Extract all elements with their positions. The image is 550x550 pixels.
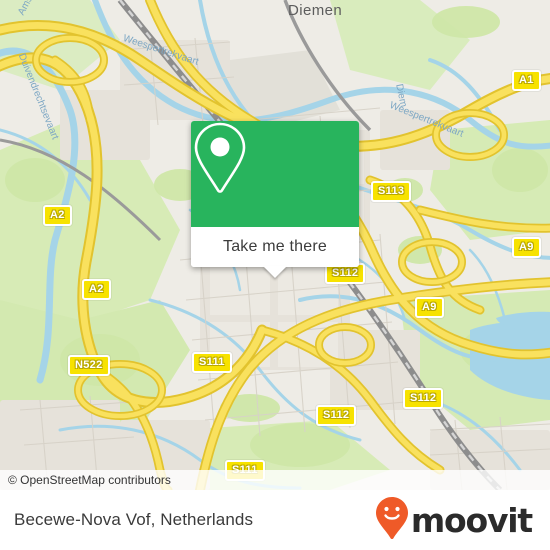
road-shield: A1 xyxy=(512,70,541,91)
popup-action-bar[interactable]: Take me there xyxy=(191,227,359,278)
road-shield: A9 xyxy=(415,297,444,318)
map-attribution: © OpenStreetMap contributors xyxy=(0,470,550,490)
road-shield: A2 xyxy=(43,205,72,226)
take-me-there-label: Take me there xyxy=(223,238,327,255)
road-shield: S112 xyxy=(316,405,357,426)
footer-bar: Becewe-Nova Vof, Netherlands moovit xyxy=(0,490,550,550)
road-shield: A2 xyxy=(82,279,111,300)
road-shield: S111 xyxy=(192,352,232,373)
popup-tail xyxy=(263,266,287,278)
moovit-map-screenshot: Diemen Amstel Duivendrechtsevaart Weespe… xyxy=(0,0,550,550)
moovit-smiley-pin-icon xyxy=(375,496,409,545)
road-shield: S112 xyxy=(403,388,444,409)
popup-icon-panel xyxy=(191,121,359,227)
place-title: Becewe-Nova Vof, Netherlands xyxy=(14,510,254,529)
moovit-wordmark: moovit xyxy=(410,500,533,540)
road-shield: S113 xyxy=(371,181,412,202)
road-shield: N522 xyxy=(68,355,110,376)
osm-attribution-text[interactable]: © OpenStreetMap contributors xyxy=(8,473,171,487)
location-popup-card[interactable]: Take me there xyxy=(191,121,359,278)
moovit-logo[interactable]: moovit xyxy=(375,496,533,545)
road-shield: A9 xyxy=(512,237,541,258)
map-canvas[interactable]: Diemen Amstel Duivendrechtsevaart Weespe… xyxy=(0,0,550,490)
